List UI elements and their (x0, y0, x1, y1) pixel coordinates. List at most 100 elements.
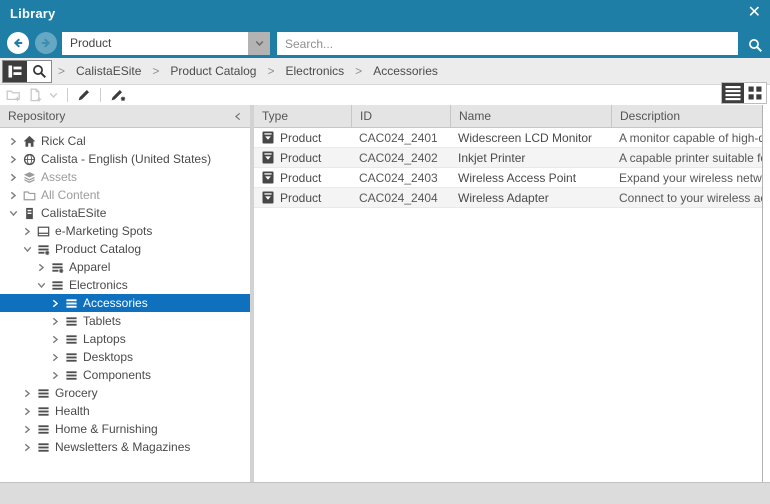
table-row[interactable]: ProductCAC024_2404Wireless AdapterConnec… (254, 188, 762, 208)
tree-item-desktops[interactable]: Desktops (0, 348, 250, 366)
cell-type: Product (254, 131, 351, 145)
tree-item-components[interactable]: Components (0, 366, 250, 384)
tree-item-label: Components (83, 368, 151, 382)
toolbar-separator (67, 88, 68, 102)
tree-item-apparel[interactable]: Apparel (0, 258, 250, 276)
chevron-right-icon[interactable] (22, 227, 32, 236)
product-type-icon (262, 191, 274, 204)
cell-name: Wireless Adapter (450, 191, 611, 205)
new-content-menu-icon (49, 92, 58, 99)
list-icon (64, 351, 78, 364)
product-type-icon (262, 171, 274, 184)
tree-item-label: Health (55, 404, 90, 418)
chevron-right-icon[interactable] (8, 155, 18, 164)
tree-item-newsletters-magazines[interactable]: Newsletters & Magazines (0, 438, 250, 456)
result-view-toggles (721, 82, 767, 104)
search-input[interactable] (277, 32, 738, 55)
edit-new-button[interactable] (110, 88, 126, 102)
chevron-down-icon[interactable] (8, 209, 18, 217)
search-view-toggle[interactable] (27, 61, 51, 82)
chevron-right-icon[interactable] (8, 191, 18, 200)
list-star-icon (36, 243, 50, 256)
tree-item-tablets[interactable]: Tablets (0, 312, 250, 330)
chevron-down-icon[interactable] (36, 281, 46, 289)
breadcrumb-item[interactable]: Electronics (285, 64, 344, 78)
cell-name: Widescreen LCD Monitor (450, 131, 611, 145)
type-label: Product (280, 151, 321, 165)
breadcrumb-item[interactable]: Product Catalog (170, 64, 256, 78)
chevron-right-icon[interactable] (50, 317, 60, 326)
column-header-description[interactable]: Description (611, 105, 762, 127)
breadcrumb-separator: > (152, 64, 159, 78)
chevron-right-icon[interactable] (36, 263, 46, 272)
chevron-right-icon[interactable] (22, 425, 32, 434)
new-content-button[interactable] (28, 88, 42, 102)
column-header-id[interactable]: ID (351, 105, 450, 127)
title-bar: Library ✕ (0, 0, 770, 28)
content-type-dropdown[interactable]: Product (62, 32, 270, 55)
tree-item-home-furnishing[interactable]: Home & Furnishing (0, 420, 250, 438)
breadcrumb-item[interactable]: CalistaESite (76, 64, 141, 78)
tree-item-accessories[interactable]: Accessories (0, 294, 250, 312)
chevron-right-icon[interactable] (8, 173, 18, 182)
folder-icon (22, 189, 36, 202)
chevron-right-icon[interactable] (50, 353, 60, 362)
search-view-icon (32, 64, 47, 79)
tree-item-all-content[interactable]: All Content (0, 186, 250, 204)
chevron-right-icon[interactable] (22, 443, 32, 452)
dropdown-caret-icon[interactable] (248, 32, 270, 55)
breadcrumb-separator: > (58, 64, 65, 78)
cell-id: CAC024_2403 (351, 171, 450, 185)
list-icon (36, 405, 50, 418)
tree-item-grocery[interactable]: Grocery (0, 384, 250, 402)
tree-item-e-marketing-spots[interactable]: e-Marketing Spots (0, 222, 250, 240)
collapse-panel-button[interactable] (234, 112, 242, 121)
tree-item-label: Grocery (55, 386, 98, 400)
tree-item-label: Assets (41, 170, 77, 184)
tree-item-calistaesite[interactable]: CalistaESite (0, 204, 250, 222)
chevron-right-icon[interactable] (50, 299, 60, 308)
tree-item-calista-english-united-states[interactable]: Calista - English (United States) (0, 150, 250, 168)
table-row[interactable]: ProductCAC024_2402Inkjet PrinterA capabl… (254, 148, 762, 168)
globe-icon (22, 153, 36, 166)
tree-item-label: Calista - English (United States) (41, 152, 211, 166)
tree-item-rick-cal[interactable]: Rick Cal (0, 132, 250, 150)
search-button[interactable] (748, 38, 763, 53)
new-folder-button[interactable] (6, 88, 21, 102)
table-row[interactable]: ProductCAC024_2403Wireless Access PointE… (254, 168, 762, 188)
table-row[interactable]: ProductCAC024_2401Widescreen LCD Monitor… (254, 128, 762, 148)
close-button[interactable]: ✕ (748, 4, 761, 22)
action-toolbar-row (0, 85, 770, 105)
repository-title: Repository (8, 109, 65, 123)
repository-tree: Rick Cal Calista - English (United States… (0, 128, 250, 456)
cell-id: CAC024_2401 (351, 131, 450, 145)
tree-item-product-catalog[interactable]: Product Catalog (0, 240, 250, 258)
chevron-down-icon[interactable] (22, 245, 32, 253)
chevron-right-icon[interactable] (50, 371, 60, 380)
thumbnail-view-toggle[interactable] (744, 83, 766, 103)
new-folder-icon (6, 88, 21, 102)
tree-item-electronics[interactable]: Electronics (0, 276, 250, 294)
cell-description: Expand your wireless network ... (611, 171, 762, 185)
tree-view-toggle[interactable] (3, 61, 27, 82)
breadcrumb-item[interactable]: Accessories (373, 64, 438, 78)
chevron-right-icon[interactable] (8, 137, 18, 146)
list-view-toggle[interactable] (722, 83, 744, 103)
cell-name: Wireless Access Point (450, 171, 611, 185)
monitor-icon (36, 225, 50, 238)
chevron-right-icon[interactable] (22, 389, 32, 398)
tree-item-health[interactable]: Health (0, 402, 250, 420)
tree-item-label: Tablets (83, 314, 121, 328)
tree-item-assets[interactable]: Assets (0, 168, 250, 186)
edit-button[interactable] (77, 88, 91, 102)
chevron-right-icon[interactable] (22, 407, 32, 416)
chevron-right-icon[interactable] (50, 335, 60, 344)
back-button[interactable] (7, 32, 29, 54)
column-header-type[interactable]: Type (254, 105, 351, 127)
tree-item-laptops[interactable]: Laptops (0, 330, 250, 348)
new-content-menu-button[interactable] (49, 92, 58, 99)
edit-new-icon (110, 88, 126, 102)
column-header-name[interactable]: Name (450, 105, 611, 127)
forward-button[interactable] (35, 32, 57, 54)
nav-row: Product (0, 28, 770, 58)
